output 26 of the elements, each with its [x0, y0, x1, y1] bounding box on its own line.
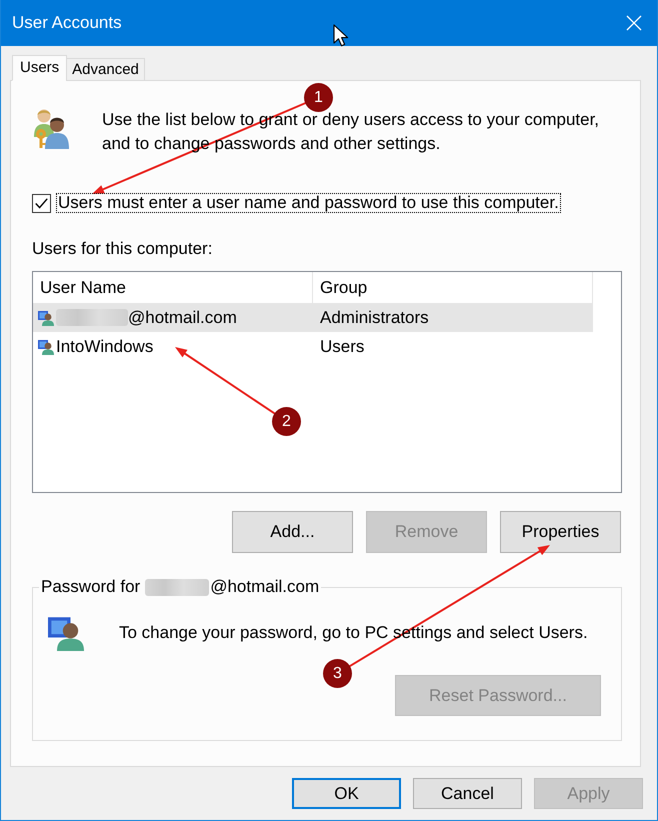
cancel-button[interactable]: Cancel	[413, 778, 522, 809]
section-label: Users for this computer:	[32, 239, 214, 259]
checkmark-icon	[35, 198, 48, 208]
group-text: Users	[320, 336, 364, 356]
ok-button[interactable]: OK	[292, 778, 401, 809]
user-name-text: @hotmail.com	[128, 308, 237, 328]
tab[interactable]: Users	[12, 55, 68, 81]
mouse-pointer-icon	[333, 24, 349, 47]
properties-button[interactable]: Properties	[500, 511, 621, 553]
users-with-key-icon	[33, 107, 69, 149]
close-icon	[626, 15, 642, 31]
list-row[interactable]: IntoWindows Users	[33, 332, 593, 361]
group-text: Administrators	[320, 308, 429, 328]
user-monitor-icon	[38, 310, 54, 326]
account-text: @hotmail.com	[210, 577, 320, 596]
checkbox[interactable]	[32, 194, 51, 212]
group-label: Password for	[41, 577, 140, 596]
window-title: User Accounts	[12, 13, 122, 33]
checkbox-label[interactable]: Users must enter a user name and password to use this computer.	[56, 193, 561, 213]
user-name-text: IntoWindows	[56, 336, 154, 356]
add-button[interactable]: Add...	[232, 511, 353, 553]
list-row[interactable]: @hotmail.com Administrators	[33, 303, 593, 332]
tab[interactable]: Advanced	[66, 58, 145, 81]
user-monitor-icon	[47, 615, 85, 651]
description-text: Use the list below to grant or deny users access to your computer, and to change passwords and other settings.	[102, 109, 600, 155]
user-monitor-icon	[38, 338, 54, 354]
